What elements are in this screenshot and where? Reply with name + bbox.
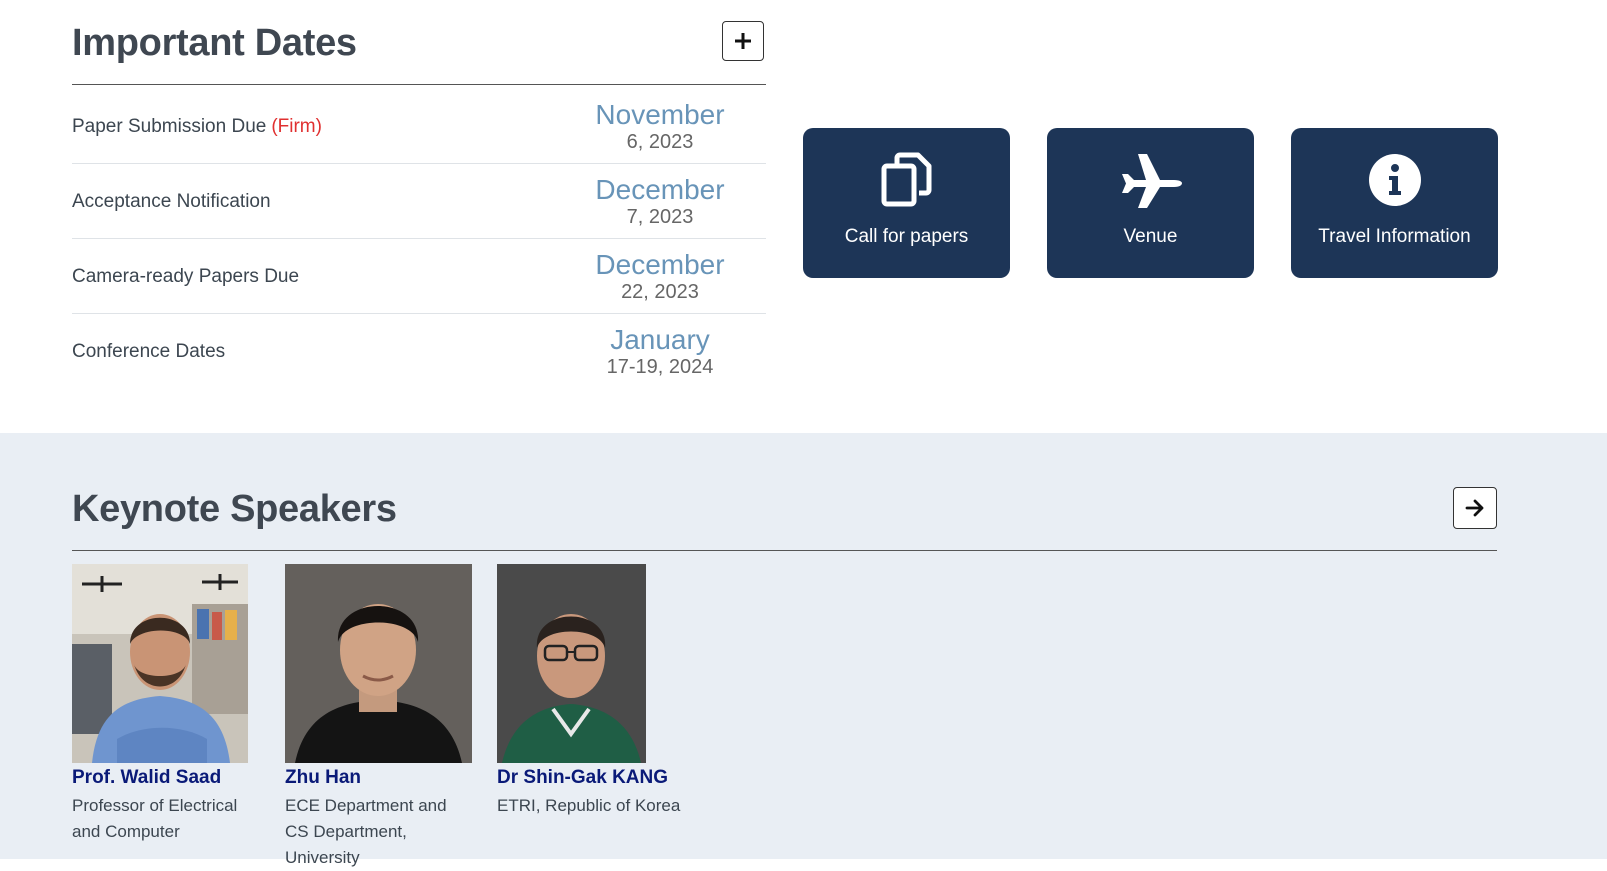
date-label-text: Paper Submission Due: [72, 116, 267, 137]
keynote-title: Keynote Speakers: [72, 488, 397, 530]
tile-label: Travel Information: [1318, 226, 1471, 247]
date-row: Paper Submission Due (Firm) November 6, …: [72, 90, 766, 164]
date-month: January: [610, 324, 710, 355]
date-label-text: Conference Dates: [72, 341, 226, 362]
travel-information-tile[interactable]: Travel Information: [1291, 128, 1498, 278]
date-month: December: [595, 249, 725, 280]
airplane-icon: [1047, 150, 1254, 210]
date-month: December: [595, 174, 725, 205]
speaker-name-link[interactable]: Zhu Han: [285, 767, 485, 789]
copy-icon: [803, 150, 1010, 210]
date-label-text: Acceptance Notification: [72, 191, 271, 212]
date-day: 7, 2023: [626, 206, 694, 228]
date-value: December 7, 2023: [586, 175, 734, 229]
date-row: Acceptance Notification December 7, 2023: [72, 165, 766, 239]
date-value: December 22, 2023: [586, 250, 734, 304]
keynote-divider: [72, 550, 1497, 551]
date-label: Paper Submission Due (Firm): [72, 90, 322, 164]
date-label: Camera-ready Papers Due: [72, 240, 299, 314]
speaker-name-link[interactable]: Dr Shin-Gak KANG: [497, 767, 677, 789]
speaker-photo[interactable]: [497, 564, 646, 763]
tile-label: Call for papers: [844, 226, 969, 247]
important-dates-section: Important Dates Paper Submission Due (Fi…: [0, 0, 1607, 433]
speaker-photo[interactable]: [72, 564, 248, 763]
speaker-card: Dr Shin-Gak KANG ETRI, Republic of Korea: [497, 564, 680, 819]
date-day: 17-19, 2024: [606, 356, 714, 378]
date-row: Conference Dates January 17-19, 2024: [72, 315, 766, 389]
speaker-affiliation: ECE Department and CS Department, Univer…: [285, 796, 447, 867]
speaker-affiliation: Professor of Electrical and Computer: [72, 796, 238, 841]
date-label: Acceptance Notification: [72, 165, 271, 239]
date-value: November 6, 2023: [586, 100, 734, 154]
arrow-right-icon: [1465, 499, 1484, 517]
dates-divider: [72, 84, 766, 85]
firm-note: (Firm): [271, 116, 322, 137]
date-day: 6, 2023: [626, 131, 694, 153]
speaker-card: Prof. Walid Saad Professor of Electrical…: [72, 564, 262, 845]
tile-label: Venue: [1123, 226, 1178, 247]
venue-tile[interactable]: Venue: [1047, 128, 1254, 278]
keynote-section: Keynote Speakers Prof. Walid Saad Profes…: [0, 433, 1607, 867]
expand-dates-button[interactable]: [722, 21, 764, 61]
speaker-photo[interactable]: [285, 564, 472, 763]
important-dates-title: Important Dates: [72, 22, 357, 64]
date-value: January 17-19, 2024: [586, 325, 734, 379]
call-for-papers-tile[interactable]: Call for papers: [803, 128, 1010, 278]
date-day: 22, 2023: [621, 281, 699, 303]
speaker-affiliation: ETRI, Republic of Korea: [497, 796, 681, 815]
view-all-speakers-button[interactable]: [1453, 487, 1497, 529]
date-label-text: Camera-ready Papers Due: [72, 266, 300, 287]
speaker-name-link[interactable]: Prof. Walid Saad: [72, 767, 262, 789]
plus-icon: [735, 33, 751, 49]
date-month: November: [595, 99, 725, 130]
info-circle-icon: [1291, 150, 1498, 210]
date-label: Conference Dates: [72, 315, 225, 389]
speaker-card: Zhu Han ECE Department and CS Department…: [285, 564, 485, 871]
date-row: Camera-ready Papers Due December 22, 202…: [72, 240, 766, 314]
